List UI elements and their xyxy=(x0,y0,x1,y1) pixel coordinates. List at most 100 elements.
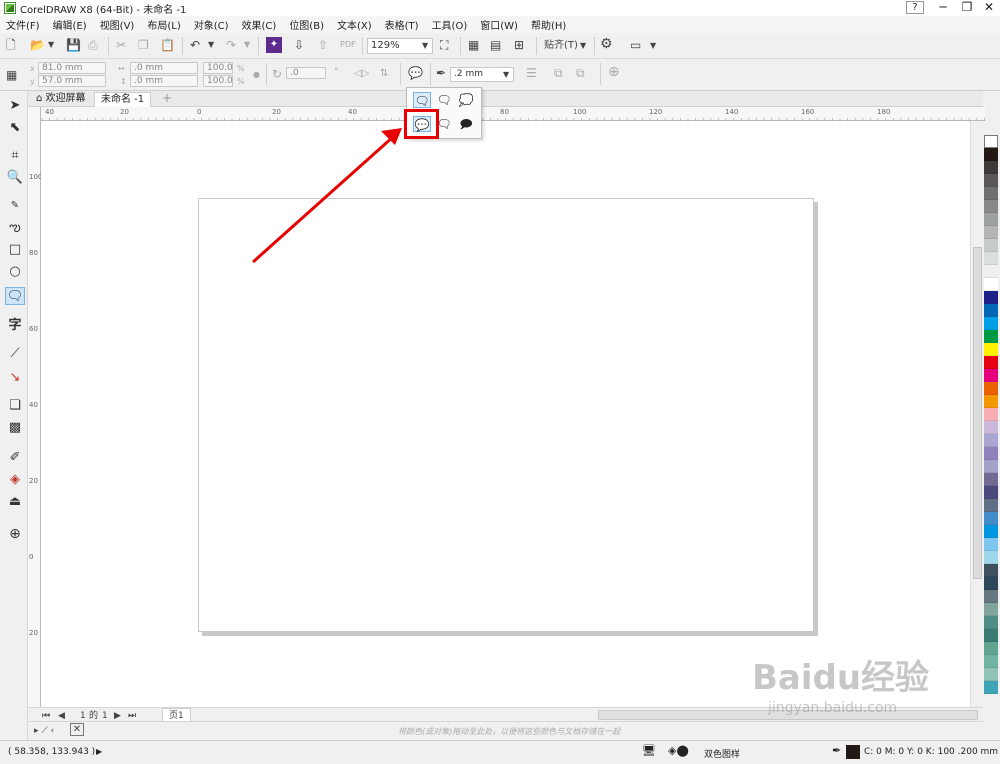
page-presets-icon[interactable]: ▦ xyxy=(6,68,17,82)
color-swatch[interactable] xyxy=(984,148,998,161)
show-grid-icon[interactable]: ▤ xyxy=(490,38,501,52)
menu-object[interactable]: 对象(C) xyxy=(194,17,229,32)
full-screen-icon[interactable]: ⛶ xyxy=(440,38,448,52)
height-field[interactable]: .0 mm xyxy=(130,75,198,87)
status-expand-icon[interactable]: ▶ xyxy=(96,747,102,756)
color-swatch[interactable] xyxy=(984,369,998,382)
color-swatch[interactable] xyxy=(984,447,998,460)
to-front-icon[interactable]: ⧉ xyxy=(554,66,563,80)
tab-document[interactable]: 未命名 -1 xyxy=(94,92,152,107)
color-swatch[interactable] xyxy=(984,564,998,577)
lock-ratio-icon[interactable]: ● xyxy=(253,68,260,82)
color-swatch[interactable] xyxy=(984,278,998,291)
redo-dropdown-icon[interactable]: ▼ xyxy=(244,38,250,52)
import-icon[interactable]: ⇩ xyxy=(294,38,304,52)
color-swatch[interactable] xyxy=(984,200,998,213)
color-swatch[interactable] xyxy=(984,265,998,278)
new-document-icon[interactable]: 🗋 xyxy=(6,38,16,52)
save-icon[interactable]: 💾 xyxy=(66,38,81,52)
vertical-scrollbar[interactable] xyxy=(970,121,983,707)
mirror-horizontal-icon[interactable]: ◁▷ xyxy=(354,67,369,81)
parallel-dimension-tool-icon[interactable]: ⟋ xyxy=(5,345,25,363)
text-tool-icon[interactable]: 字 xyxy=(5,317,25,335)
color-swatch[interactable] xyxy=(984,486,998,499)
chevron-down-icon[interactable]: ▼ xyxy=(48,38,54,52)
menu-text[interactable]: 文本(X) xyxy=(337,17,372,32)
outline-dropdown-icon[interactable]: ▼ xyxy=(503,68,509,82)
line-callout-icon[interactable]: 🗩 xyxy=(457,116,475,132)
show-guidelines-icon[interactable]: ⊞ xyxy=(514,38,524,52)
rectangle-callout-icon[interactable]: 🗨 xyxy=(413,92,431,108)
add-property-icon[interactable]: ⊕ xyxy=(608,65,620,79)
cut-icon[interactable]: ✂ xyxy=(116,38,126,52)
drop-shadow-tool-icon[interactable]: ❏ xyxy=(5,397,25,415)
palette-options-icon[interactable]: ▸ ⟋ ‹ xyxy=(34,724,54,738)
minimize-button[interactable]: ─ xyxy=(930,0,956,16)
menu-tools[interactable]: 工具(O) xyxy=(432,17,468,32)
color-swatch[interactable] xyxy=(984,213,998,226)
show-rulers-icon[interactable]: ▦ xyxy=(468,38,479,52)
zoom-dropdown-icon[interactable]: ▼ xyxy=(422,39,428,53)
undo-dropdown-icon[interactable]: ▼ xyxy=(208,38,214,52)
color-swatch[interactable] xyxy=(984,551,998,564)
transparency-tool-icon[interactable]: ▩ xyxy=(5,419,25,437)
color-swatch[interactable] xyxy=(984,304,998,317)
color-swatch[interactable] xyxy=(984,525,998,538)
color-swatch[interactable] xyxy=(984,187,998,200)
menu-layout[interactable]: 布局(L) xyxy=(147,17,180,32)
color-swatch[interactable] xyxy=(984,356,998,369)
redo-icon[interactable]: ↷ xyxy=(226,38,236,52)
menu-edit[interactable]: 编辑(E) xyxy=(53,17,87,32)
color-swatch[interactable] xyxy=(984,460,998,473)
application-launcher-icon[interactable]: ▭ xyxy=(630,38,641,52)
x-position-field[interactable]: 81.0 mm xyxy=(38,62,106,74)
color-swatch[interactable] xyxy=(984,408,998,421)
ellipse-tool-icon[interactable]: ○ xyxy=(5,263,25,281)
menu-bitmaps[interactable]: 位图(B) xyxy=(289,17,324,32)
scale-y-field[interactable]: 100.0 xyxy=(203,75,233,87)
interactive-fill-tool-icon[interactable]: ◈ xyxy=(5,471,25,489)
color-swatch[interactable] xyxy=(984,343,998,356)
document-page[interactable] xyxy=(198,198,814,632)
artistic-media-tool-icon[interactable]: ఌ xyxy=(5,219,25,237)
help-icon[interactable]: ? xyxy=(906,1,924,14)
scale-x-field[interactable]: 100.0 xyxy=(203,62,233,74)
rectangle-tool-icon[interactable]: □ xyxy=(5,241,25,259)
color-swatch[interactable] xyxy=(984,226,998,239)
menu-table[interactable]: 表格(T) xyxy=(385,17,419,32)
freehand-tool-icon[interactable]: ✎ xyxy=(5,197,25,215)
rotation-field[interactable]: .0 xyxy=(286,67,326,79)
wrap-text-icon[interactable]: ☰ xyxy=(526,66,537,80)
open-folder-icon[interactable]: 📂 xyxy=(30,38,45,52)
export-icon[interactable]: ⇧ xyxy=(318,38,328,52)
horizontal-ruler[interactable]: 40 20 0 20 40 60 80 100 120 140 160 180 xyxy=(40,107,985,121)
paste-icon[interactable]: 📋 xyxy=(160,38,175,52)
color-swatch[interactable] xyxy=(984,317,998,330)
color-swatch[interactable] xyxy=(984,395,998,408)
to-back-icon[interactable]: ⧉ xyxy=(576,66,585,80)
y-position-field[interactable]: 57.0 mm xyxy=(38,75,106,87)
connector-tool-icon[interactable]: ↘ xyxy=(5,369,25,387)
color-swatch[interactable] xyxy=(984,421,998,434)
tab-welcome-screen[interactable]: ⌂ 欢迎屏幕 xyxy=(30,92,92,107)
zoom-tool-icon[interactable]: 🔍 xyxy=(5,169,25,187)
undo-icon[interactable]: ↶ xyxy=(190,38,200,52)
color-swatch[interactable] xyxy=(984,252,998,265)
pick-tool-icon[interactable]: ➤ xyxy=(5,97,25,115)
color-swatch[interactable] xyxy=(984,538,998,551)
color-swatch[interactable] xyxy=(984,629,998,642)
scrollbar-thumb[interactable] xyxy=(973,247,982,579)
add-tab-button[interactable]: + xyxy=(156,92,178,107)
add-tool-icon[interactable]: ⊕ xyxy=(5,525,25,543)
color-swatch[interactable] xyxy=(984,642,998,655)
color-swatch[interactable] xyxy=(984,590,998,603)
color-swatch[interactable] xyxy=(984,499,998,512)
no-color-swatch-icon[interactable]: ✕ xyxy=(70,723,84,736)
outline-pen-icon[interactable]: ✒ xyxy=(436,66,446,80)
print-icon[interactable]: ⎙ xyxy=(88,38,98,52)
color-swatch[interactable] xyxy=(984,434,998,447)
color-swatch[interactable] xyxy=(984,616,998,629)
menu-window[interactable]: 窗口(W) xyxy=(480,17,518,32)
rounded-callout-icon[interactable]: 🗨 xyxy=(435,92,453,108)
smart-fill-tool-icon[interactable]: ⏏ xyxy=(5,493,25,511)
